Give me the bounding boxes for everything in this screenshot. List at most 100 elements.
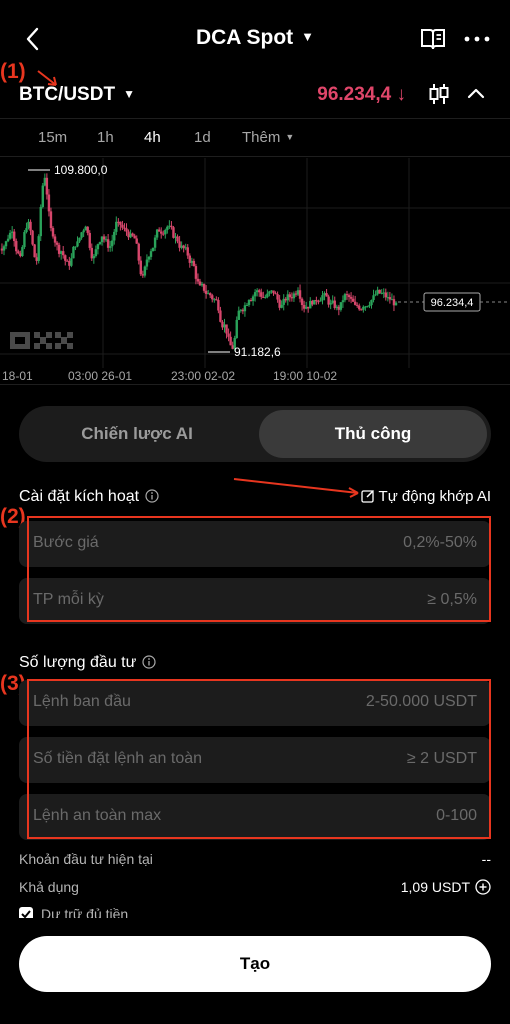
candle-body — [372, 295, 375, 301]
candle-body — [33, 244, 36, 258]
timeframe-15m[interactable]: 15m — [38, 129, 67, 146]
candle-body — [390, 299, 394, 301]
more-dots-icon[interactable] — [464, 36, 490, 42]
candle-body — [229, 336, 232, 346]
candle-body — [380, 292, 383, 294]
candle-body — [74, 246, 77, 248]
candle-body — [315, 300, 318, 302]
candle-body — [313, 300, 316, 305]
candle-body — [131, 233, 134, 236]
candle-body — [251, 296, 255, 301]
available-row: Khả dụng 1,09 USDT — [19, 877, 491, 899]
candle-body — [325, 293, 328, 297]
candle-body — [160, 231, 163, 234]
candle-body — [227, 333, 230, 337]
candle-body — [284, 298, 287, 301]
candle-body — [100, 236, 104, 243]
candle-body — [386, 297, 390, 299]
candle-body — [145, 259, 149, 267]
candle-body — [98, 242, 102, 245]
candle-body — [184, 247, 187, 249]
candle-body — [82, 230, 85, 233]
candle-body — [341, 300, 345, 303]
candle-body — [382, 292, 385, 294]
candle-body — [292, 293, 296, 299]
divider — [0, 118, 510, 119]
timeframe-more[interactable]: Thêm ▼ — [242, 129, 294, 146]
candle-body — [264, 297, 267, 299]
candle-body — [211, 295, 214, 300]
candle-body — [217, 300, 220, 311]
x-tick-label: 18-01 — [2, 369, 33, 383]
candle-body — [49, 211, 53, 229]
candle-body — [343, 294, 347, 301]
candle-body — [135, 238, 138, 244]
candle-body — [384, 292, 387, 298]
candle-body — [62, 251, 65, 256]
candle-body — [347, 295, 351, 298]
available-value: 1,09 USDT — [401, 879, 491, 895]
candle-body — [172, 227, 175, 238]
tab-manual[interactable]: Thủ công — [259, 410, 487, 458]
candle-body — [35, 257, 38, 261]
book-guide-icon[interactable] — [420, 27, 446, 51]
candle-body — [153, 237, 157, 248]
candle-body — [286, 294, 289, 301]
candle-body — [358, 305, 361, 310]
candle-body — [166, 226, 169, 230]
high-price-label: 109.800,0 — [54, 163, 108, 177]
candle-body — [388, 297, 392, 300]
last-price: 96.234,4 ↓ — [317, 84, 406, 106]
pair-selector[interactable]: BTC/USDT ▼ — [19, 84, 135, 106]
price-chart[interactable]: 109.800,0 91.182,6 96.234,4 18-01 03:00 … — [0, 158, 510, 386]
candle-body — [304, 306, 308, 309]
create-button[interactable]: Tạo — [19, 936, 491, 992]
mode-toggle: Chiến lược AI Thủ công — [19, 406, 491, 462]
candle-body — [319, 300, 322, 302]
candle-body — [353, 301, 357, 305]
ai-autofill-button[interactable]: Tự động khớp AI — [360, 488, 491, 505]
tab-ai-strategy[interactable]: Chiến lược AI — [23, 410, 251, 458]
candle-body — [329, 302, 332, 305]
trigger-settings-title-text: Cài đặt kích hoạt — [19, 488, 140, 505]
candle-body — [351, 298, 355, 302]
candle-body — [366, 306, 369, 308]
timeframe-1d[interactable]: 1d — [194, 129, 211, 146]
info-icon[interactable] — [142, 655, 156, 669]
candle-body — [129, 233, 132, 238]
investment-amount-title-text: Số lượng đầu tư — [19, 654, 137, 671]
candle-body — [225, 324, 228, 334]
candle-body — [255, 290, 259, 293]
candle-body — [296, 290, 300, 295]
candle-body — [364, 306, 367, 308]
add-funds-icon[interactable] — [475, 879, 491, 895]
trigger-settings-title: Cài đặt kích hoạt — [19, 488, 159, 506]
candle-body — [90, 247, 93, 259]
candle-body — [64, 255, 67, 261]
x-tick-label: 03:00 26-01 — [68, 369, 132, 383]
current-investment-label: Khoản đầu tư hiện tại — [19, 851, 153, 867]
x-tick-label: 19:00 10-02 — [273, 369, 337, 383]
candle-body — [349, 297, 353, 299]
timeframe-4h[interactable]: 4h — [144, 129, 161, 146]
candle-body — [96, 244, 100, 250]
candle-body — [339, 302, 343, 310]
candle-body — [249, 300, 253, 302]
candle-body — [80, 232, 83, 238]
chevron-up-icon[interactable] — [467, 87, 485, 99]
candle-body — [102, 236, 106, 240]
candle-body — [170, 225, 173, 228]
candlestick-chart-icon[interactable] — [428, 82, 450, 106]
divider — [0, 384, 510, 385]
info-icon[interactable] — [145, 489, 159, 503]
candle-body — [104, 239, 108, 241]
candle-body — [21, 247, 24, 257]
annotation-box-3 — [27, 679, 491, 839]
x-tick-label: 23:00 02-02 — [171, 369, 235, 383]
candle-body — [111, 240, 114, 247]
candle-body — [68, 261, 71, 266]
top-bar: DCA Spot ▼ — [0, 0, 510, 78]
timeframe-1h[interactable]: 1h — [97, 129, 114, 146]
candle-body — [260, 292, 263, 297]
candle-body — [345, 294, 349, 296]
